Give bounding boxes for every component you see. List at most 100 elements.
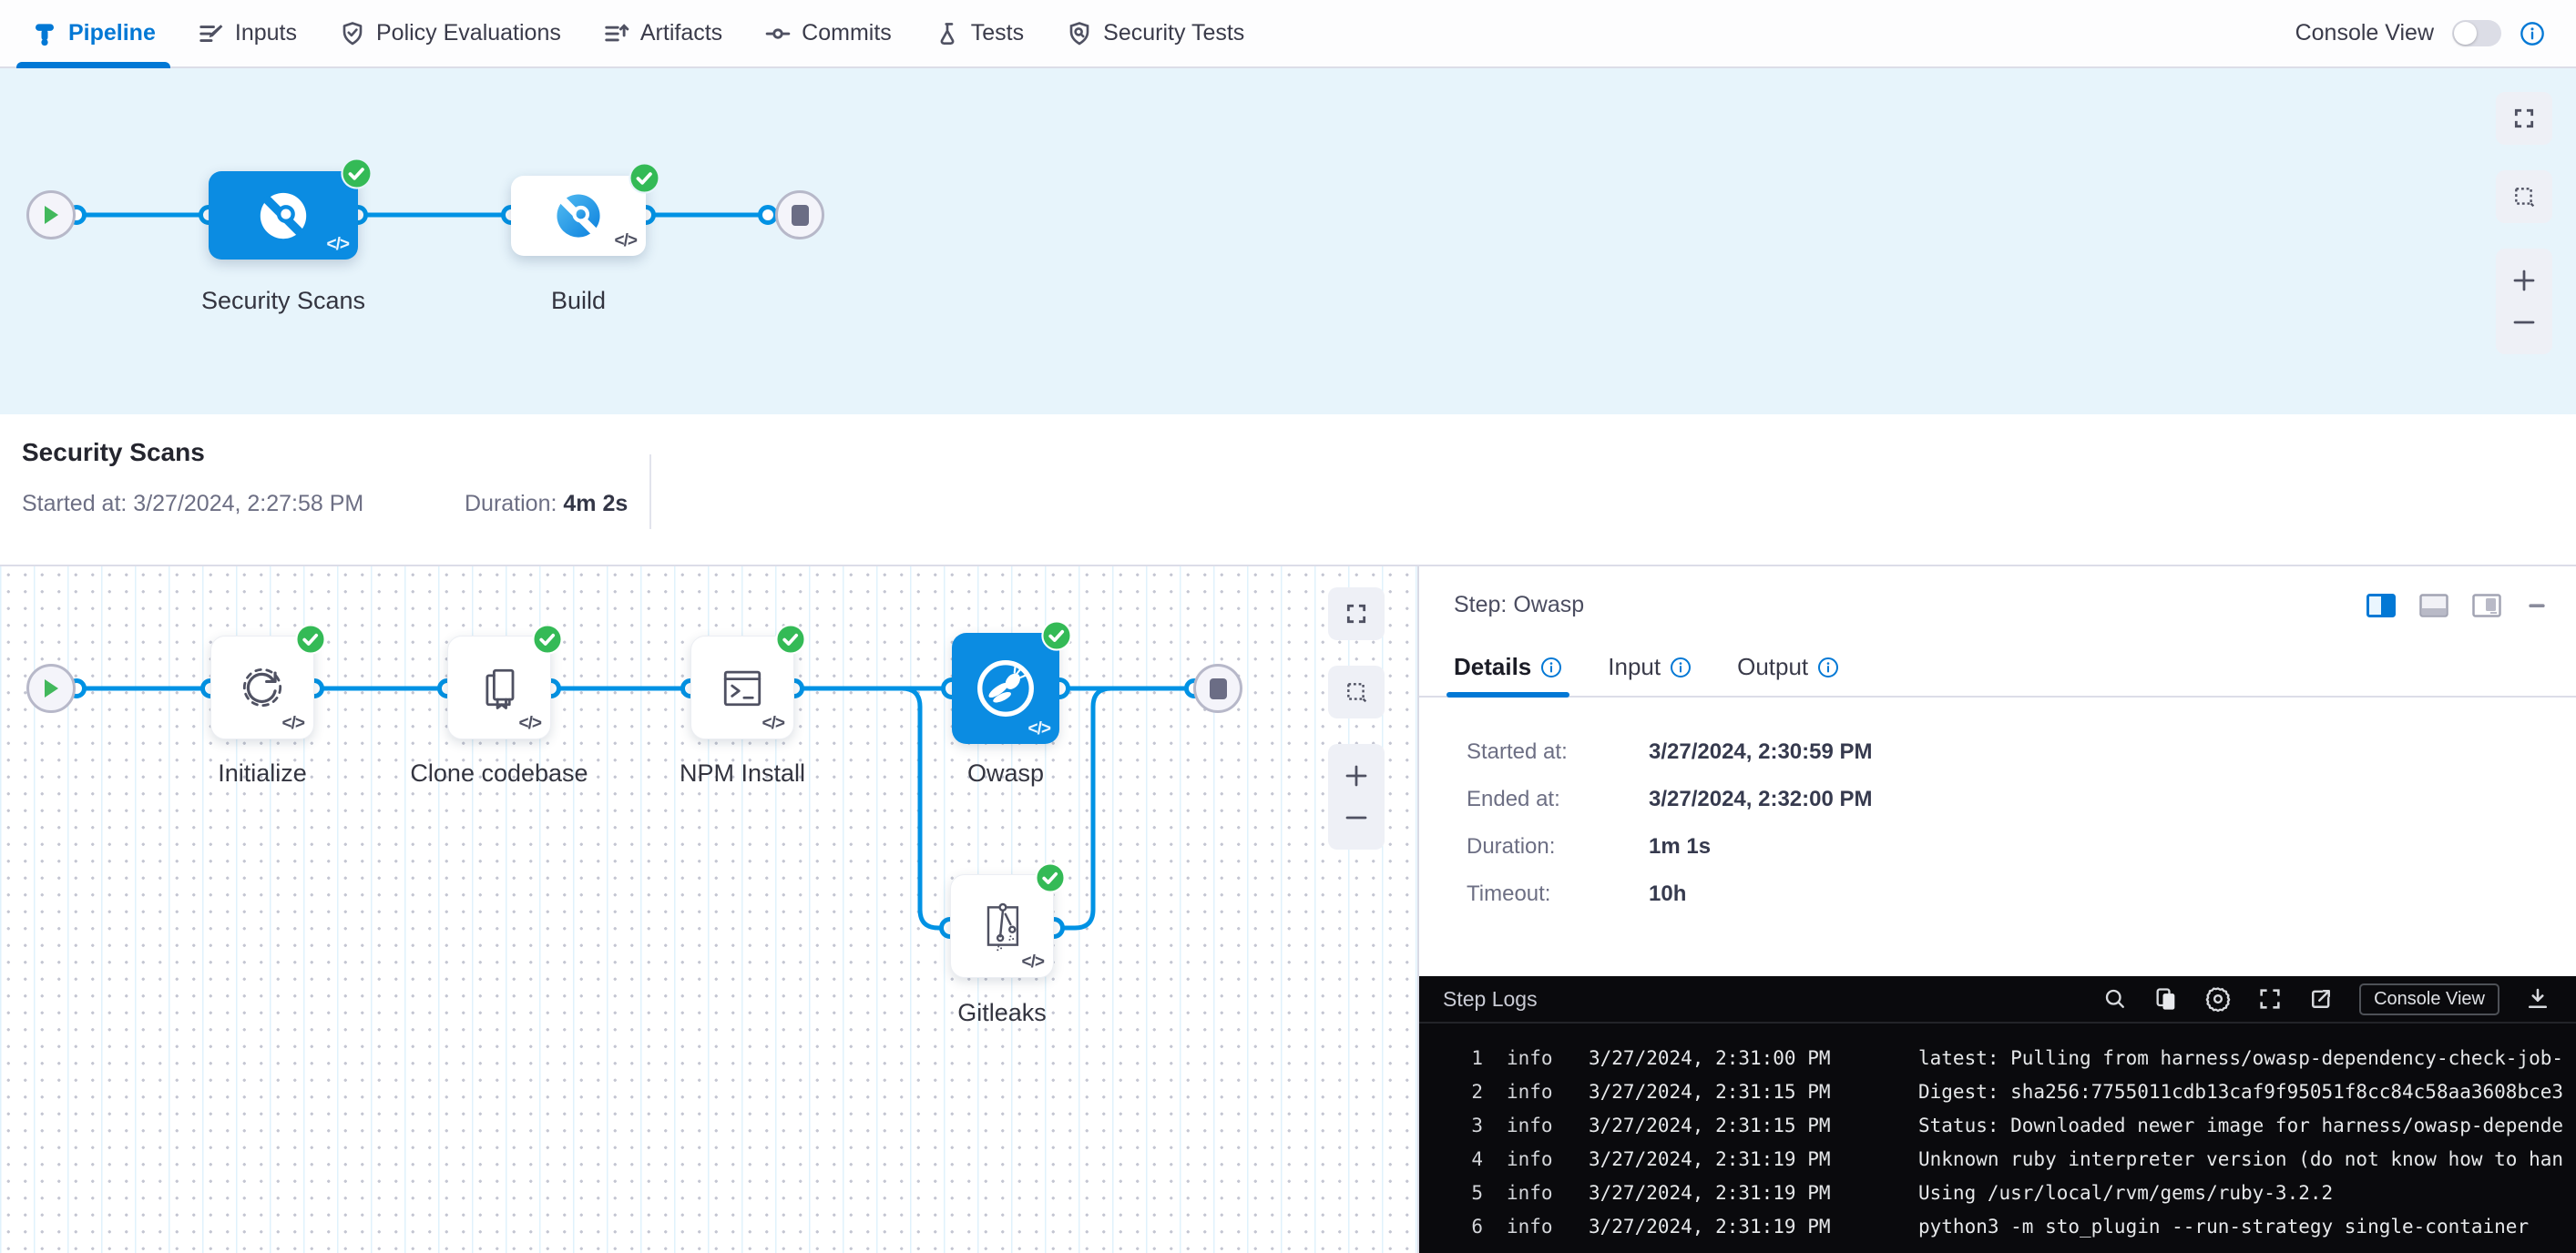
marquee-select-icon — [2512, 185, 2536, 209]
stage-node-build[interactable]: </> — [511, 176, 646, 256]
pipeline-start-node[interactable] — [26, 190, 76, 239]
stage-info-bar: Security Scans Started at: 3/27/2024, 2:… — [0, 414, 2576, 566]
layout-bottom-icon[interactable] — [2419, 594, 2448, 617]
code-badge: </> — [1022, 952, 1044, 973]
fullscreen-icon — [2512, 107, 2536, 130]
stage-label[interactable]: Build — [551, 287, 606, 315]
layout-split-right-icon[interactable] — [2366, 594, 2396, 617]
detail-value: 1m 1s — [1649, 834, 1711, 860]
zoom-out-icon[interactable] — [1343, 804, 1370, 831]
log-line-number: 6 — [1419, 1210, 1483, 1244]
nav-tab-inputs[interactable]: Inputs — [198, 0, 297, 66]
duration-value: 4m 2s — [563, 491, 628, 516]
zoom-in-icon[interactable] — [1343, 762, 1370, 789]
toggle-knob — [2454, 22, 2477, 45]
stage-info-meta: Started at: 3/27/2024, 2:27:58 PM Durati… — [22, 491, 2576, 517]
console-view-toggle[interactable] — [2452, 20, 2501, 46]
step-node-initialize[interactable]: </> — [210, 636, 314, 739]
code-badge: </> — [282, 714, 304, 734]
settings-icon[interactable] — [2204, 985, 2232, 1013]
step-label[interactable]: Gitleaks — [957, 999, 1047, 1027]
step-node-gitleaks[interactable]: </> — [950, 874, 1054, 978]
codebase-icon — [472, 660, 526, 715]
minimize-icon[interactable] — [2525, 594, 2549, 617]
nav-tab-policy-evaluations[interactable]: Policy Evaluations — [339, 0, 561, 66]
stage-canvas-controls — [2496, 92, 2552, 354]
step-label[interactable]: Clone codebase — [410, 759, 588, 788]
stage-started-at: Started at: 3/27/2024, 2:27:58 PM — [22, 491, 465, 517]
log-message: Unknown ruby interpreter version (do not… — [1918, 1143, 2563, 1177]
step-panel-tabs: Details Input Output — [1419, 653, 2576, 698]
shield-check-icon — [339, 20, 366, 47]
detail-row: Ended at: 3/27/2024, 2:32:00 PM — [1467, 787, 2576, 812]
console-view-label: Console View — [2295, 20, 2434, 46]
nav-tab-label: Artifacts — [640, 20, 722, 46]
stage-label[interactable]: Security Scans — [201, 287, 365, 315]
layout-floating-icon[interactable] — [2472, 594, 2501, 617]
log-level: info — [1507, 1143, 1561, 1177]
step-logs-header: Step Logs — [1419, 976, 2576, 1024]
success-badge — [775, 624, 806, 655]
step-node-npm-install[interactable]: </> — [690, 636, 794, 739]
step-label[interactable]: Owasp — [967, 759, 1044, 788]
info-icon — [1817, 657, 1839, 678]
log-row: 1 info 3/27/2024, 2:31:00 PM latest: Pul… — [1419, 1042, 2576, 1075]
log-timestamp: 3/27/2024, 2:31:19 PM — [1589, 1177, 1862, 1210]
step-details-panel: Step: Owasp Details — [1419, 566, 2576, 1253]
zoom-in-icon[interactable] — [2510, 267, 2538, 294]
log-message: python3 -m sto_plugin --run-strategy sin… — [1918, 1210, 2529, 1244]
stop-icon — [792, 205, 809, 226]
step-logs-body[interactable]: 1 info 3/27/2024, 2:31:00 PM latest: Pul… — [1419, 1024, 2576, 1244]
stage-node-security-scans[interactable]: </> — [209, 171, 358, 260]
step-node-clone-codebase[interactable]: </> — [447, 636, 551, 739]
marquee-select-button[interactable] — [2496, 170, 2552, 223]
divider — [649, 454, 651, 529]
commits-icon — [764, 20, 792, 47]
info-icon[interactable] — [2520, 21, 2545, 46]
copy-icon[interactable] — [2153, 986, 2179, 1012]
tab-label: Input — [1608, 653, 1661, 681]
step-start-node[interactable] — [26, 664, 76, 713]
fullscreen-button[interactable] — [1328, 587, 1385, 640]
log-timestamp: 3/27/2024, 2:31:15 PM — [1589, 1109, 1862, 1143]
step-label[interactable]: Initialize — [218, 759, 307, 788]
console-view-button[interactable]: Console View — [2359, 983, 2499, 1015]
nav-tab-pipeline[interactable]: Pipeline — [31, 0, 156, 66]
stage-pipeline-canvas[interactable]: </> Security Scans </> Build — [0, 68, 2576, 414]
detail-row: Started at: 3/27/2024, 2:30:59 PM — [1467, 739, 2576, 765]
nav-right-group: Console View — [2295, 20, 2545, 46]
log-line-number: 3 — [1419, 1109, 1483, 1143]
nav-tab-tests[interactable]: Tests — [934, 0, 1024, 66]
marquee-select-button[interactable] — [1328, 666, 1385, 718]
tab-input[interactable]: Input — [1608, 653, 1692, 696]
owasp-wasp-icon — [970, 653, 1041, 724]
log-level: info — [1507, 1177, 1561, 1210]
tab-output[interactable]: Output — [1737, 653, 1839, 696]
log-message: Using /usr/local/rvm/gems/ruby-3.2.2 — [1918, 1177, 2333, 1210]
pipeline-end-node[interactable] — [775, 190, 824, 239]
pipeline-icon — [31, 20, 58, 47]
open-in-new-icon[interactable] — [2308, 986, 2334, 1012]
stage-duration: Duration: 4m 2s — [465, 491, 628, 517]
nav-tab-commits[interactable]: Commits — [764, 0, 892, 66]
step-end-node[interactable] — [1193, 664, 1242, 713]
stop-icon — [1210, 678, 1227, 699]
fullscreen-icon — [1344, 602, 1368, 626]
log-timestamp: 3/27/2024, 2:31:15 PM — [1589, 1075, 1862, 1109]
nav-tab-artifacts[interactable]: Artifacts — [603, 0, 722, 66]
zoom-out-icon[interactable] — [2510, 309, 2538, 336]
step-graph-canvas[interactable]: </> Initialize </> Clone codebase — [0, 566, 1419, 1253]
step-node-owasp[interactable]: </> — [952, 633, 1059, 744]
log-line-number: 4 — [1419, 1143, 1483, 1177]
download-icon[interactable] — [2525, 986, 2550, 1012]
detail-value: 3/27/2024, 2:32:00 PM — [1649, 787, 1873, 812]
search-icon[interactable] — [2102, 986, 2128, 1012]
expand-icon[interactable] — [2257, 986, 2283, 1012]
tab-label: Output — [1737, 653, 1808, 681]
tab-details[interactable]: Details — [1454, 653, 1562, 696]
step-label[interactable]: NPM Install — [680, 759, 805, 788]
fullscreen-button[interactable] — [2496, 92, 2552, 145]
detail-value: 10h — [1649, 881, 1686, 907]
nav-tab-security-tests[interactable]: Security Tests — [1066, 0, 1244, 66]
panel-layout-controls — [2366, 594, 2549, 617]
